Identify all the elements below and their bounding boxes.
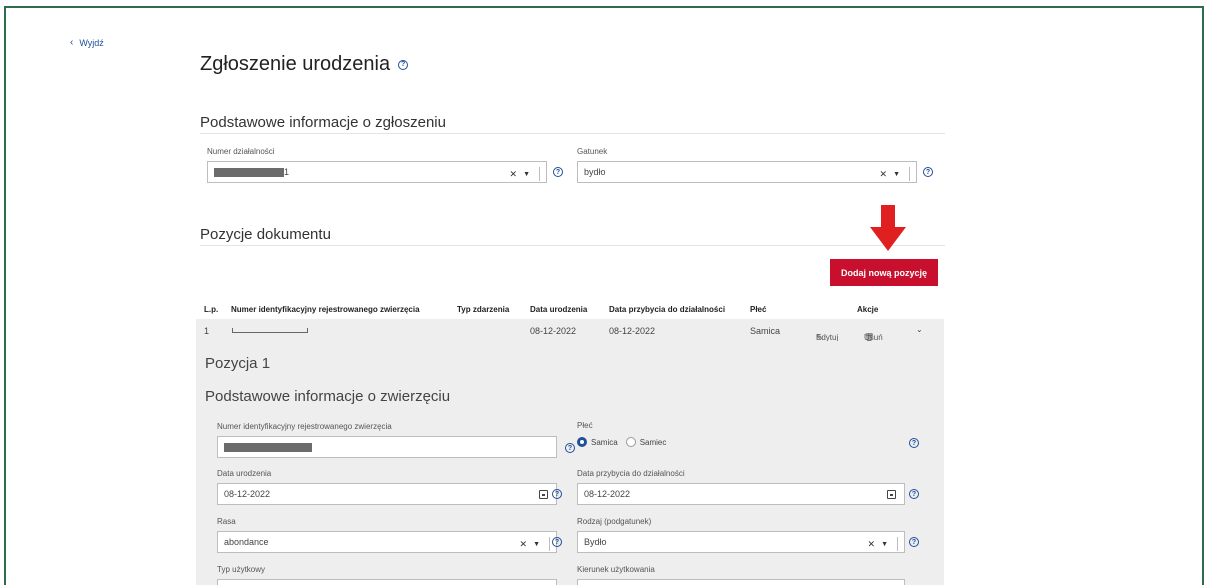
- column-header: L.p.: [204, 305, 219, 314]
- radio-label: Samiec: [639, 437, 667, 447]
- back-label: Wyjdź: [79, 37, 104, 48]
- kind-select[interactable]: Bydło ✕ ▼: [577, 531, 905, 553]
- divider: [549, 537, 550, 551]
- add-position-button[interactable]: Dodaj nową pozycję: [830, 259, 938, 286]
- birth-date-input[interactable]: 08-12-2022: [217, 483, 557, 505]
- clear-icon[interactable]: ✕: [510, 169, 518, 180]
- divider: [200, 245, 945, 246]
- section-title-basic: Podstawowe informacje o zgłoszeniu: [200, 114, 446, 131]
- chevron-down-icon[interactable]: ▼: [881, 541, 888, 548]
- help-icon[interactable]: ?: [552, 537, 562, 547]
- help-icon[interactable]: ?: [553, 167, 563, 177]
- clear-icon[interactable]: ✕: [880, 169, 888, 180]
- divider: [909, 167, 910, 181]
- table-header: L.p. Numer identyfikacyjny rejestrowaneg…: [200, 305, 945, 319]
- clear-icon[interactable]: ✕: [868, 539, 876, 550]
- masked-value: [214, 167, 284, 177]
- kind-value: Bydło: [584, 537, 607, 547]
- usage-direction-label: Kierunek użytkowania: [577, 565, 655, 574]
- cell-arrival-date: 08-12-2022: [609, 326, 656, 336]
- usage-type-label: Typ użytkowy: [217, 565, 266, 574]
- birth-date-label: Data urodzenia: [217, 469, 272, 478]
- column-header: Numer identyfikacyjny rejestrowanego zwi…: [231, 305, 420, 314]
- column-header: Data przybycia do działalności: [609, 305, 726, 314]
- help-icon[interactable]: ?: [565, 443, 575, 453]
- column-header: Płeć: [750, 305, 767, 314]
- help-icon[interactable]: ?: [909, 489, 919, 499]
- breed-select[interactable]: abondance ✕ ▼: [217, 531, 557, 553]
- activity-number-label: Numer działalności: [207, 147, 275, 156]
- arrow-down-icon: [870, 205, 906, 251]
- animal-id-input[interactable]: [217, 436, 557, 458]
- back-link[interactable]: ‹ Wyjdź: [70, 37, 104, 48]
- sex-radio-group: Samica Samiec: [577, 437, 666, 447]
- radio-samica[interactable]: [577, 437, 587, 447]
- chevron-down-icon[interactable]: ▼: [523, 171, 530, 178]
- species-value: bydło: [584, 167, 606, 177]
- cell-birth-date: 08-12-2022: [530, 326, 577, 336]
- chevron-down-icon[interactable]: ▼: [893, 171, 900, 178]
- calendar-icon[interactable]: [887, 490, 896, 499]
- activity-number-suffix: 1: [284, 167, 290, 177]
- divider: [897, 537, 898, 551]
- arrival-date-label: Data przybycia do działalności: [577, 469, 685, 478]
- breed-value: abondance: [224, 537, 269, 547]
- breed-label: Rasa: [217, 517, 236, 526]
- cell-sex: Samica: [750, 326, 781, 336]
- arrival-date-value: 08-12-2022: [584, 489, 631, 499]
- animal-info-title: Podstawowe informacje o zwierzęciu: [205, 388, 451, 405]
- sex-label: Płeć: [577, 421, 593, 430]
- activity-number-select[interactable]: 1 ✕ ▼: [207, 161, 547, 183]
- birth-date-value: 08-12-2022: [224, 489, 271, 499]
- help-icon[interactable]: ?: [552, 489, 562, 499]
- usage-direction-select[interactable]: [577, 579, 905, 585]
- section-title-positions: Pozycje dokumentu: [200, 226, 331, 243]
- species-label: Gatunek: [577, 147, 608, 156]
- help-icon[interactable]: ?: [398, 59, 409, 70]
- usage-type-select[interactable]: [217, 579, 557, 585]
- position-title: Pozycja 1: [205, 355, 271, 372]
- column-header: Akcje: [857, 305, 879, 314]
- column-header: Data urodzenia: [530, 305, 588, 314]
- divider: [539, 167, 540, 181]
- divider: [200, 133, 945, 134]
- arrival-date-input[interactable]: 08-12-2022: [577, 483, 905, 505]
- table-row[interactable]: 1 08-12-2022 08-12-2022 Samica ✎ Edytuj …: [196, 319, 944, 342]
- species-select[interactable]: bydło ✕ ▼: [577, 161, 917, 183]
- column-header: Typ zdarzenia: [457, 305, 510, 314]
- chevron-left-icon: ‹: [70, 37, 74, 48]
- kind-label: Rodzaj (podgatunek): [577, 517, 652, 526]
- calendar-icon[interactable]: [539, 490, 548, 499]
- masked-value: [224, 442, 312, 452]
- help-icon[interactable]: ?: [923, 167, 933, 177]
- animal-id-label: Numer identyfikacyjny rejestrowanego zwi…: [217, 422, 392, 431]
- page-title: Zgłoszenie urodzenia ?: [200, 53, 409, 76]
- radio-samiec[interactable]: [625, 437, 636, 447]
- chevron-down-icon[interactable]: ▼: [533, 541, 540, 548]
- clear-icon[interactable]: ✕: [520, 539, 528, 550]
- masked-id: [232, 328, 308, 333]
- page-title-text: Zgłoszenie urodzenia: [200, 53, 391, 75]
- cell-lp: 1: [204, 326, 210, 336]
- help-icon[interactable]: ?: [909, 438, 919, 448]
- help-icon[interactable]: ?: [909, 537, 919, 547]
- chevron-down-icon[interactable]: ⌄: [916, 325, 923, 334]
- radio-label: Samica: [591, 437, 618, 447]
- position-detail-panel: Pozycja 1 Podstawowe informacje o zwierz…: [196, 341, 944, 585]
